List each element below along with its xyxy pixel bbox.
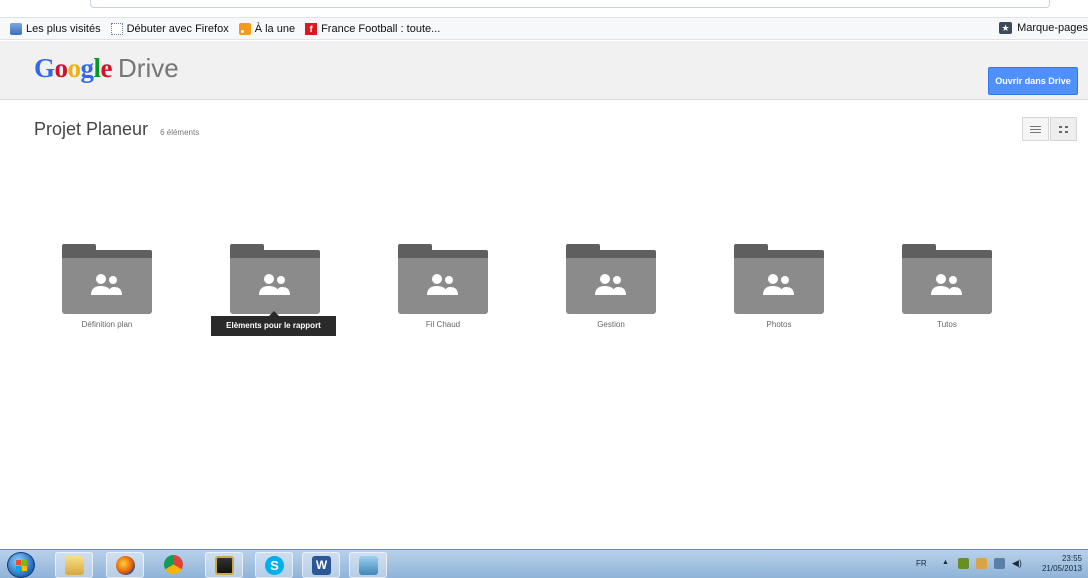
grid-view-icon [1059, 125, 1068, 133]
google-wordmark: Google [34, 53, 113, 83]
page-title: Projet Planeur [34, 119, 149, 139]
bookmark-label: Débuter avec Firefox [126, 22, 229, 35]
shared-people-icon [763, 274, 794, 295]
folder-name: Fil Chaud [425, 320, 461, 329]
bookmark-france-football[interactable]: f France Football : toute... [305, 22, 441, 35]
taskbar-movie-studio[interactable] [205, 552, 243, 578]
network-icon[interactable] [994, 558, 1005, 569]
volume-icon[interactable]: ◀) [1012, 558, 1023, 569]
clock[interactable]: 23:55 21/05/2013 [1038, 554, 1082, 574]
photo-viewer-icon [359, 556, 378, 575]
language-indicator[interactable]: FR [916, 559, 927, 568]
shared-people-icon [595, 274, 626, 295]
drive-wordmark: Drive [118, 53, 179, 83]
folder-item[interactable]: Gestion [536, 244, 656, 334]
folder-name: Gestion [597, 320, 625, 329]
bookmark-label: France Football : toute... [321, 22, 441, 35]
show-hidden-icons-icon[interactable]: ▲ [942, 559, 949, 566]
clock-date: 21/05/2013 [1041, 564, 1082, 573]
google-drive-logo[interactable]: Google Drive [34, 53, 179, 84]
rss-icon [238, 22, 251, 35]
folder-tab-icon [62, 244, 96, 256]
action-center-icon[interactable] [976, 558, 987, 569]
word-icon: W [312, 556, 331, 575]
taskbar-explorer[interactable] [55, 552, 93, 578]
bookmark-getting-started[interactable]: Débuter avec Firefox [110, 22, 229, 35]
folder-name: Définition plan [81, 320, 133, 329]
chrome-icon [164, 555, 183, 574]
list-view-button[interactable] [1022, 117, 1049, 141]
open-in-drive-button[interactable]: Ouvrir dans Drive [988, 67, 1078, 95]
grid-view-button[interactable] [1050, 117, 1077, 141]
bookmarks-menu-label: Marque-pages [1017, 22, 1088, 34]
taskbar-word[interactable]: W [302, 552, 340, 578]
bookmarks-star-icon: ★ [999, 22, 1013, 34]
shared-people-icon [427, 274, 458, 295]
shared-people-icon [259, 274, 290, 295]
screen: Les plus visités Débuter avec Firefox À … [0, 0, 1088, 578]
bookmarks-toolbar: Les plus visités Débuter avec Firefox À … [0, 18, 1088, 40]
view-toggle [1022, 117, 1077, 141]
folder-name: Photos [766, 320, 792, 329]
folder-tab-icon [902, 244, 936, 256]
taskbar-chrome[interactable] [155, 552, 193, 578]
folder-item[interactable]: Photos [704, 244, 824, 334]
windows-taskbar: S W FR ▲ ◀) 23:55 21/05/2013 [0, 549, 1088, 578]
folder-icon [65, 556, 84, 575]
drive-header: Google Drive Ouvrir dans Drive [0, 41, 1088, 100]
firefox-icon [116, 556, 135, 575]
folder-tab-icon [230, 244, 264, 256]
folder-item[interactable]: Définition plan [32, 244, 152, 334]
folder-item[interactable]: Fil Chaud [368, 244, 488, 334]
skype-icon: S [265, 556, 284, 575]
taskbar-skype[interactable]: S [255, 552, 293, 578]
system-tray: FR ▲ ◀) 23:55 21/05/2013 [898, 550, 1088, 578]
shared-people-icon [91, 274, 122, 295]
tray-app-icon[interactable] [958, 558, 969, 569]
browser-tab-strip [0, 0, 1088, 18]
clock-time: 23:55 [1061, 554, 1082, 563]
bookmark-label: Les plus visités [26, 22, 101, 35]
bookmark-headlines[interactable]: À la une [238, 22, 296, 35]
film-studio-icon [215, 556, 234, 575]
bookmark-label: À la une [254, 22, 296, 35]
taskbar-image-viewer[interactable] [349, 552, 387, 578]
folder-name-tooltip: Elèments pour le rapport [211, 311, 336, 336]
bookmark-most-visited[interactable]: Les plus visités [10, 22, 101, 35]
taskbar-firefox[interactable] [106, 552, 144, 578]
item-count: 6 éléments [160, 128, 200, 137]
shared-people-icon [931, 274, 962, 295]
tab-outline [90, 0, 1050, 8]
folder-tab-icon [566, 244, 600, 256]
windows-logo-icon [16, 560, 21, 565]
list-view-icon [1030, 125, 1041, 133]
france-football-icon: f [305, 22, 318, 35]
folder-item[interactable]: Tutos [872, 244, 992, 334]
folder-grid: Définition plan Fil Chaud Gestion Photos… [0, 244, 1088, 344]
bookmarks-menu[interactable]: ★ Marque-pages [999, 22, 1088, 34]
bookmark-page-icon [10, 22, 22, 35]
dotted-page-icon [110, 22, 123, 35]
folder-title-row: Projet Planeur 6 éléments [34, 119, 199, 140]
start-button[interactable] [7, 552, 35, 578]
folder-tab-icon [734, 244, 768, 256]
folder-name: Tutos [937, 320, 957, 329]
folder-tab-icon [398, 244, 432, 256]
